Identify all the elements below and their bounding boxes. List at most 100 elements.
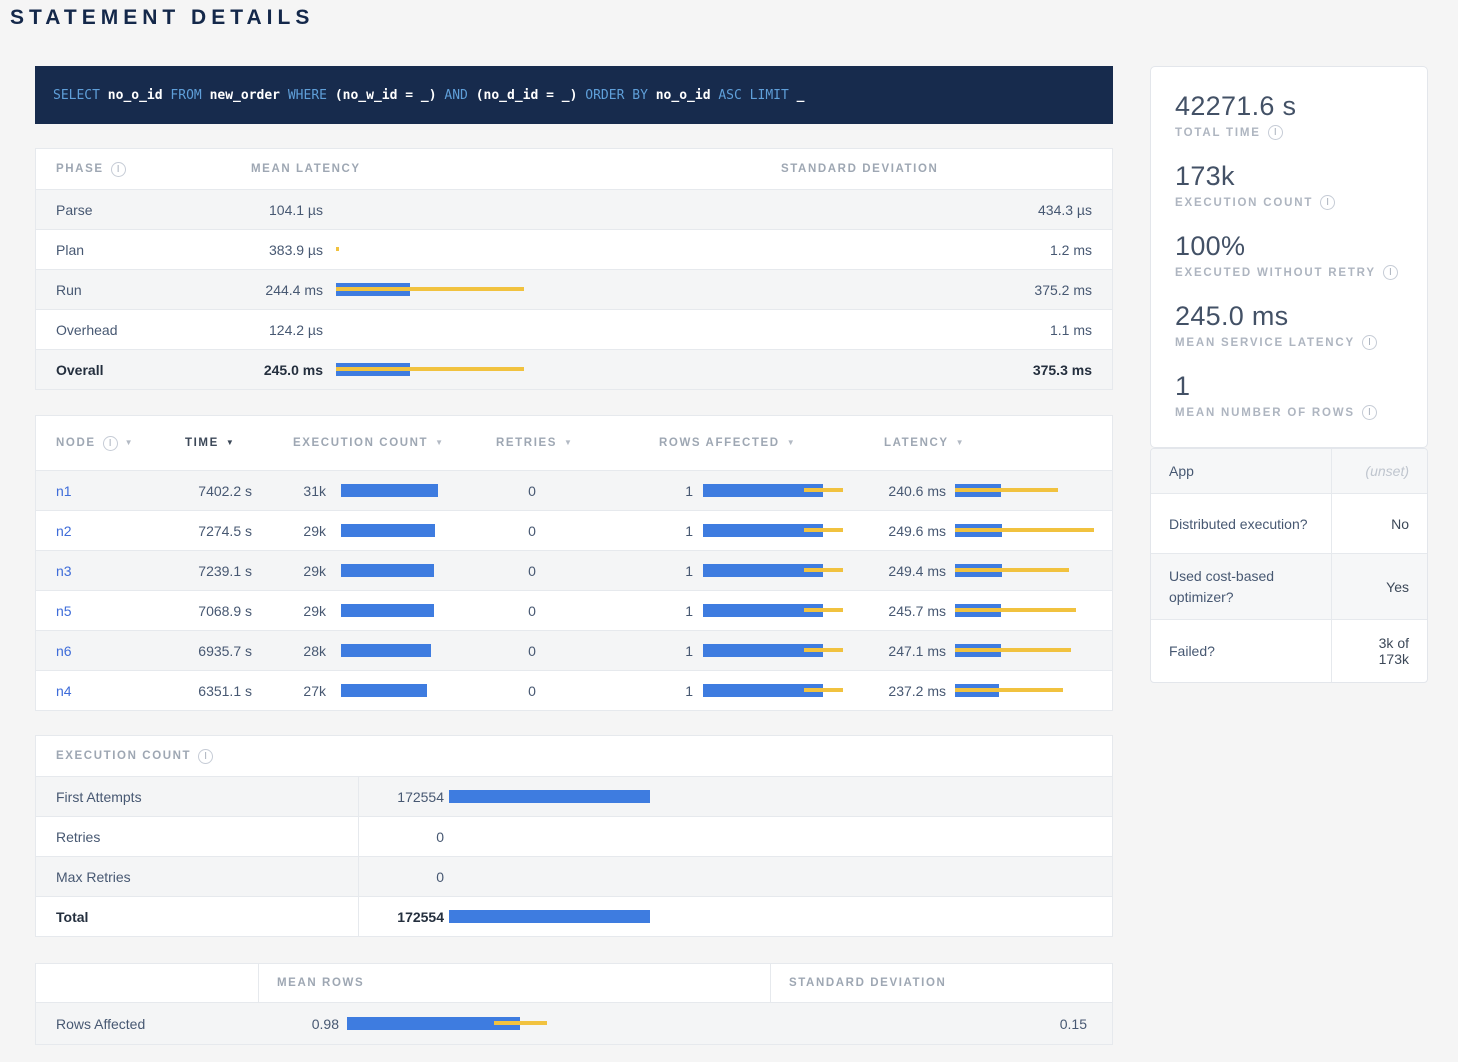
node-table-header: Node Time Execution Count Retries Rows A… xyxy=(36,416,1112,470)
detail-label: Used cost-based optimizer? xyxy=(1151,554,1332,619)
exec-count-bar xyxy=(341,604,434,617)
node-stats-table: Node Time Execution Count Retries Rows A… xyxy=(35,415,1113,711)
info-icon[interactable] xyxy=(1362,405,1377,420)
phase-label: Plan xyxy=(56,242,84,258)
exec-count-bar xyxy=(341,684,427,697)
stat-total-time: 42271.6 s Total Time xyxy=(1175,91,1403,140)
exec-count-bar xyxy=(449,790,650,803)
exec-row-label: First Attempts xyxy=(56,789,142,805)
exec-row-label: Max Retries xyxy=(56,869,131,885)
stat-value: 1 xyxy=(1175,371,1403,402)
execution-count-table-header: Execution Count xyxy=(36,736,1112,776)
info-icon[interactable] xyxy=(111,162,126,177)
time-value: 6351.1 s xyxy=(198,683,252,699)
stat-label: Executed without Retry xyxy=(1175,267,1376,279)
stat-label: Execution Count xyxy=(1175,197,1313,209)
info-icon[interactable] xyxy=(1383,265,1398,280)
summary-stats-card: 42271.6 s Total Time 173k Execution Coun… xyxy=(1150,66,1428,448)
std-dev-value: 1.2 ms xyxy=(1050,242,1092,258)
table-row: Parse 104.1 µs 434.3 µs xyxy=(36,189,1112,229)
stat-value: 100% xyxy=(1175,231,1403,262)
table-row: Overall 245.0 ms 375.3 ms xyxy=(36,349,1112,389)
retries-column-header[interactable]: Retries xyxy=(478,416,641,470)
sort-arrow-icon[interactable] xyxy=(564,437,574,449)
info-icon[interactable] xyxy=(1362,335,1377,350)
mean-rows-column-header: Mean Rows xyxy=(259,964,771,1002)
node-link[interactable]: n1 xyxy=(56,483,72,499)
sort-arrow-icon[interactable] xyxy=(435,437,445,449)
time-value: 7274.5 s xyxy=(198,523,252,539)
latency-value: 247.1 ms xyxy=(866,643,946,659)
info-icon[interactable] xyxy=(1268,125,1283,140)
std-dev-value: 1.1 ms xyxy=(1050,322,1092,338)
exec-row-label: Total xyxy=(56,909,88,925)
latency-value: 249.6 ms xyxy=(866,523,946,539)
node-link[interactable]: n5 xyxy=(56,603,72,619)
latency-bar xyxy=(955,604,1076,617)
exec-row-value: 0 xyxy=(359,829,444,845)
sort-arrow-icon[interactable] xyxy=(226,437,236,449)
detail-row-distributed-execution: Distributed execution? No xyxy=(1151,493,1427,553)
stat-value: 173k xyxy=(1175,161,1403,192)
table-row: First Attempts 172554 xyxy=(36,776,1112,816)
latency-bar xyxy=(336,363,524,376)
table-row: n4 6351.1 s 27k 0 1 237.2 ms xyxy=(36,670,1112,710)
detail-value: Yes xyxy=(1332,554,1427,619)
latency-bar xyxy=(955,524,1094,537)
mean-latency-value: 383.9 µs xyxy=(230,242,323,258)
sort-arrow-icon[interactable] xyxy=(787,437,797,449)
exec-count-value: 28k xyxy=(258,643,326,659)
stat-value: 245.0 ms xyxy=(1175,301,1403,332)
latency-column-header[interactable]: Latency xyxy=(866,416,1112,470)
std-dev-value: 375.2 ms xyxy=(1034,282,1092,298)
detail-row-app: App (unset) xyxy=(1151,449,1427,493)
latency-value: 249.4 ms xyxy=(866,563,946,579)
table-row: n1 7402.2 s 31k 0 1 240.6 ms xyxy=(36,470,1112,510)
exec-row-value: 172554 xyxy=(359,789,444,805)
node-column-header[interactable]: Node xyxy=(36,416,165,470)
std-dev-column-header: Standard Deviation xyxy=(764,149,1112,189)
stat-mean-service-latency: 245.0 ms Mean Service Latency xyxy=(1175,301,1403,350)
node-link[interactable]: n6 xyxy=(56,643,72,659)
exec-count-bar xyxy=(449,910,650,923)
info-icon[interactable] xyxy=(1320,195,1335,210)
stat-value: 42271.6 s xyxy=(1175,91,1403,122)
table-row: Plan 383.9 µs 1.2 ms xyxy=(36,229,1112,269)
exec-row-label: Retries xyxy=(56,829,100,845)
phase-table: Phase Mean Latency Standard Deviation Pa… xyxy=(35,148,1113,390)
table-row: Run 244.4 ms 375.2 ms xyxy=(36,269,1112,309)
time-column-header[interactable]: Time xyxy=(165,416,258,470)
latency-bar xyxy=(955,684,1063,697)
table-row: Total 172554 xyxy=(36,896,1112,936)
phase-label: Overhead xyxy=(56,322,117,338)
latency-bar xyxy=(336,283,524,296)
rows-affected-bar xyxy=(703,604,843,617)
stat-label: Mean Service Latency xyxy=(1175,337,1355,349)
rows-affected-column-header[interactable]: Rows Affected xyxy=(641,416,866,470)
mean-rows-bar xyxy=(347,1017,547,1030)
info-icon[interactable] xyxy=(103,436,118,451)
info-icon[interactable] xyxy=(198,749,213,764)
sort-arrow-icon[interactable] xyxy=(956,437,966,449)
execution-count-header: Execution Count xyxy=(36,736,359,776)
mean-latency-value: 245.0 ms xyxy=(230,362,323,378)
exec-count-value: 31k xyxy=(258,483,326,499)
latency-bar xyxy=(955,484,1058,497)
phase-label: Run xyxy=(56,282,82,298)
table-row: Max Retries 0 xyxy=(36,856,1112,896)
exec-row-value: 0 xyxy=(359,869,444,885)
rows-affected-bar xyxy=(703,644,843,657)
table-row: n6 6935.7 s 28k 0 1 247.1 ms xyxy=(36,630,1112,670)
sql-statement-box: SELECT no_o_id FROM new_order WHERE (no_… xyxy=(35,66,1113,124)
time-value: 6935.7 s xyxy=(198,643,252,659)
node-link[interactable]: n4 xyxy=(56,683,72,699)
node-link[interactable]: n2 xyxy=(56,523,72,539)
execution-count-column-header[interactable]: Execution Count xyxy=(258,416,478,470)
table-row: n2 7274.5 s 29k 0 1 249.6 ms xyxy=(36,510,1112,550)
detail-value: 3k of 173k xyxy=(1332,620,1427,682)
detail-label: App xyxy=(1151,449,1332,493)
sort-arrow-icon[interactable] xyxy=(125,437,135,449)
node-link[interactable]: n3 xyxy=(56,563,72,579)
retries-value: 0 xyxy=(528,603,536,619)
exec-count-value: 29k xyxy=(258,523,326,539)
